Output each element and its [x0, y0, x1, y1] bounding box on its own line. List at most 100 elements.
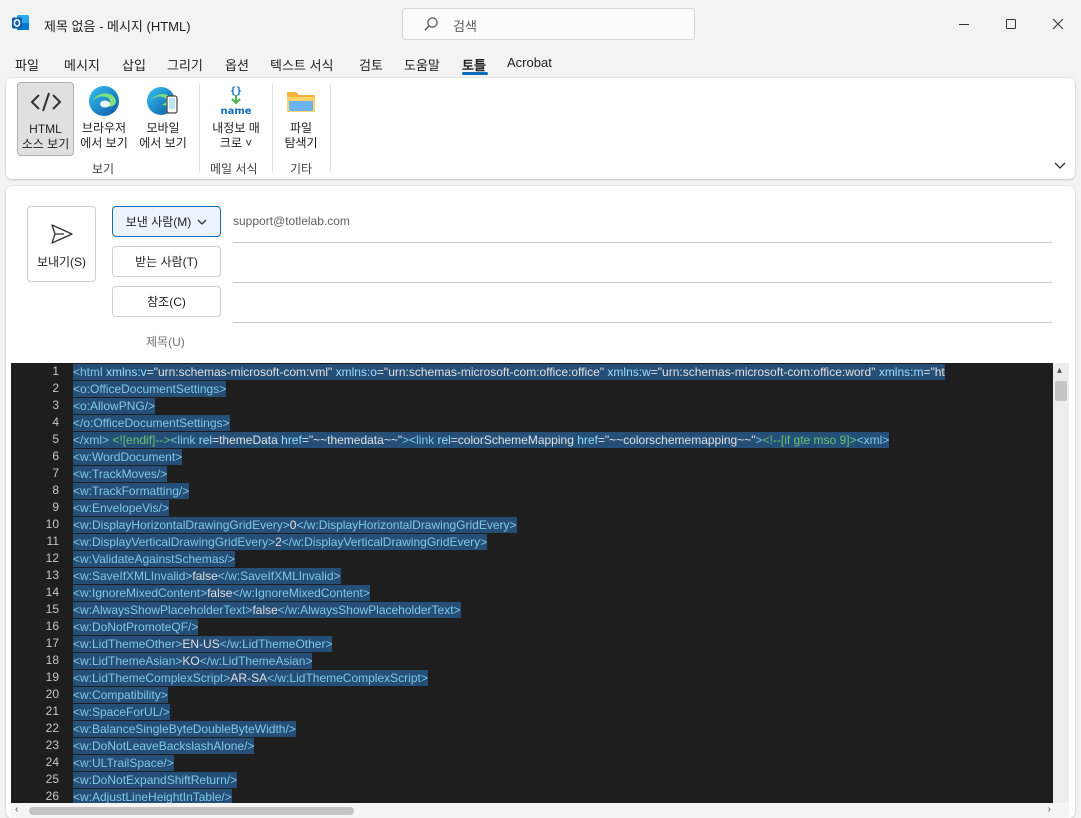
code-token-tag: <w:DoNotExpandShiftReturn/> — [73, 773, 238, 787]
vertical-scroll-thumb[interactable] — [1055, 381, 1067, 401]
code-line[interactable]: <w:EnvelopeVis/> — [73, 500, 1052, 517]
code-token-tag: <w:WordDocument> — [73, 450, 183, 464]
line-number: 20 — [45, 687, 59, 701]
chevron-down-icon — [197, 219, 207, 225]
line-number: 1 — [52, 364, 59, 378]
horizontal-scrollbar[interactable]: ‹ › — [11, 803, 1069, 818]
tab-options[interactable]: 옵션 — [225, 55, 249, 74]
maximize-button[interactable] — [988, 8, 1034, 40]
code-token-txt: ="~~themedata~~" — [301, 433, 403, 447]
cc-field[interactable] — [233, 322, 1052, 323]
selected-code-text: <html xmlns:v="urn:schemas-microsoft-com… — [73, 364, 945, 380]
code-token-tag: </w:IgnoreMixedContent> — [232, 586, 370, 600]
vertical-scrollbar[interactable]: ▴ — [1053, 363, 1069, 803]
selected-code-text: <w:DisplayVerticalDrawingGridEvery>2</w:… — [73, 534, 488, 550]
code-token-tag: <link — [170, 433, 199, 447]
code-line[interactable]: <w:AlwaysShowPlaceholderText>false</w:Al… — [73, 602, 1052, 619]
html-source-editor[interactable]: 1 2 3 4 5 6 7 8 9 10 11 12 13 14 15 16 17 18 19 20 21 22 23 24 2… — [11, 363, 1069, 803]
code-line[interactable]: <w:LidThemeOther>EN-US</w:LidThemeOther> — [73, 636, 1052, 653]
to-button[interactable]: 받는 사람(T) — [112, 246, 221, 277]
code-line[interactable]: <w:IgnoreMixedContent>false</w:IgnoreMix… — [73, 585, 1052, 602]
group-label-other: 기타 — [290, 162, 313, 176]
code-token-attr: xmlns:m — [878, 365, 924, 379]
selected-code-text: <w:DoNotLeaveBackslashAlone/> — [73, 738, 255, 754]
code-line[interactable]: <w:SaveIfXMLInvalid>false</w:SaveIfXMLIn… — [73, 568, 1052, 585]
tab-help[interactable]: 도움말 — [404, 55, 440, 74]
horizontal-scroll-thumb[interactable] — [29, 807, 354, 815]
code-line[interactable]: <w:Compatibility> — [73, 687, 1052, 704]
code-token-txt: 2 — [275, 535, 282, 549]
code-line[interactable]: <w:AdjustLineHeightInTable/> — [73, 789, 1052, 803]
code-line[interactable]: <w:LidThemeAsian>KO</w:LidThemeAsian> — [73, 653, 1052, 670]
search-icon — [424, 17, 438, 31]
send-label: 보내기(S) — [36, 255, 87, 269]
code-line[interactable]: <w:BalanceSingleByteDoubleByteWidth/> — [73, 721, 1052, 738]
code-token-txt: ="ht — [923, 365, 945, 379]
selected-code-text: <w:SpaceForUL/> — [73, 704, 170, 720]
from-dropdown[interactable]: 보낸 사람(M) — [112, 206, 221, 237]
line-number: 11 — [46, 534, 59, 548]
tab-acrobat[interactable]: Acrobat — [507, 55, 552, 70]
cc-button[interactable]: 참조(C) — [112, 286, 221, 317]
scroll-left-arrow-icon[interactable]: ‹ — [15, 804, 18, 815]
tab-message[interactable]: 메시지 — [64, 55, 100, 74]
minimize-button[interactable] — [941, 8, 987, 40]
to-field[interactable] — [233, 282, 1052, 283]
selected-code-text: <w:AlwaysShowPlaceholderText>false</w:Al… — [73, 602, 461, 618]
send-button[interactable]: 보내기(S) — [27, 206, 96, 282]
code-token-tag: </w:DisplayVerticalDrawingGridEvery> — [281, 535, 488, 549]
code-token-tag: <w:BalanceSingleByteDoubleByteWidth/> — [73, 722, 296, 736]
code-token-tag: <w:SpaceForUL/> — [73, 705, 170, 719]
html-source-label-2: 소스 보기 — [21, 137, 70, 151]
code-line[interactable]: <w:DoNotExpandShiftReturn/> — [73, 772, 1052, 789]
code-token-txt: false — [192, 569, 218, 583]
line-number: 26 — [45, 789, 59, 803]
line-number: 24 — [45, 755, 59, 769]
line-number: 22 — [45, 721, 59, 735]
code-token-tag: <w:TrackMoves/> — [73, 467, 168, 481]
file-explorer-label-1: 파일 — [289, 121, 313, 135]
line-number: 12 — [45, 551, 59, 565]
code-token-txt: =colorSchemeMapping — [450, 433, 578, 447]
html-source-button[interactable]: HTML 소스 보기 — [17, 82, 74, 156]
ribbon-expand-chevron-icon[interactable] — [1053, 158, 1067, 172]
code-line[interactable]: <w:TrackMoves/> — [73, 466, 1052, 483]
code-line[interactable]: </xml> <![endif]--><link rel=themeData h… — [73, 432, 1052, 449]
ribbon-panel: HTML 소스 보기 브라우저 에서 보기 모바일 에서 보기 보기 {} na… — [6, 78, 1075, 179]
close-button[interactable] — [1035, 8, 1081, 40]
code-line[interactable]: <w:ValidateAgainstSchemas/> — [73, 551, 1052, 568]
code-line[interactable]: <o:AllowPNG/> — [73, 398, 1052, 415]
file-explorer-button[interactable]: 파일 탐색기 — [278, 82, 324, 156]
code-line[interactable]: <w:DisplayVerticalDrawingGridEvery>2</w:… — [73, 534, 1052, 551]
code-token-tag: <w:TrackFormatting/> — [73, 484, 190, 498]
code-line[interactable]: <html xmlns:v="urn:schemas-microsoft-com… — [73, 364, 1052, 381]
code-line[interactable]: <o:OfficeDocumentSettings> — [73, 381, 1052, 398]
tab-draw[interactable]: 그리기 — [167, 55, 203, 74]
selected-code-text: <w:DoNotPromoteQF/> — [73, 619, 199, 635]
code-line[interactable]: <w:DoNotLeaveBackslashAlone/> — [73, 738, 1052, 755]
tab-review[interactable]: 검토 — [359, 55, 383, 74]
code-line[interactable]: <w:TrackFormatting/> — [73, 483, 1052, 500]
code-line[interactable]: <w:LidThemeComplexScript>AR-SA</w:LidThe… — [73, 670, 1052, 687]
edge-browser-icon — [89, 86, 119, 116]
code-token-tag: <w:IgnoreMixedContent> — [73, 586, 208, 600]
code-token-tag: </w:DisplayHorizontalDrawingGridEvery> — [296, 518, 517, 532]
tab-insert[interactable]: 삽입 — [122, 55, 146, 74]
code-token-attr: href — [281, 433, 302, 447]
scroll-up-arrow-icon[interactable]: ▴ — [1057, 365, 1062, 376]
info-macro-button[interactable]: {} name 내정보 매 크로 ˅ — [206, 82, 266, 156]
code-line[interactable]: <w:SpaceForUL/> — [73, 704, 1052, 721]
code-line[interactable]: <w:WordDocument> — [73, 449, 1052, 466]
line-number: 7 — [52, 466, 59, 480]
code-line[interactable]: <w:ULTrailSpace/> — [73, 755, 1052, 772]
scroll-right-arrow-icon[interactable]: › — [1048, 804, 1051, 815]
code-line[interactable]: <w:DoNotPromoteQF/> — [73, 619, 1052, 636]
browser-view-button[interactable]: 브라우저 에서 보기 — [76, 82, 132, 156]
tab-format-text[interactable]: 텍스트 서식 — [270, 55, 333, 74]
tab-file[interactable]: 파일 — [15, 55, 39, 74]
code-line[interactable]: <w:DisplayHorizontalDrawingGridEvery>0</… — [73, 517, 1052, 534]
mobile-view-button[interactable]: 모바일 에서 보기 — [135, 82, 191, 156]
code-line[interactable]: </o:OfficeDocumentSettings> — [73, 415, 1052, 432]
search-box[interactable]: 검색 — [402, 8, 695, 40]
code-token-attr: href — [577, 433, 598, 447]
